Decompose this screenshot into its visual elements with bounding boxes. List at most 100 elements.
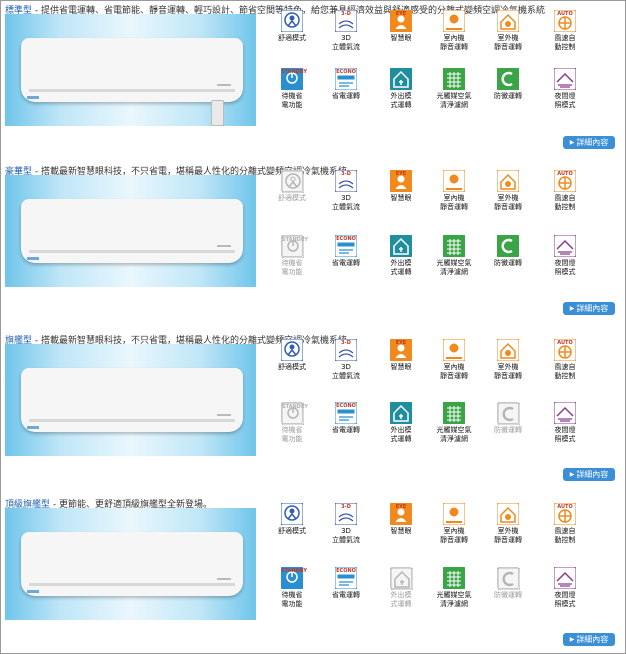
product-comparison-panel: 標準型 - 提供省電運轉、省電節能、靜音運轉、輕巧設計、節省空間等特色，給您兼具…	[0, 0, 626, 654]
photocatalytic-filter-icon	[443, 402, 465, 424]
feature-label: 室內機 靜音運轉	[440, 34, 468, 51]
feature-auto-fan[interactable]: AUTO 風速自 動控制	[536, 339, 594, 381]
feature-label: 防黴運轉	[494, 591, 522, 599]
indoor-quiet-icon	[443, 10, 465, 32]
feature-night-mode[interactable]: 夜間燈 照模式	[536, 567, 594, 609]
feature-label: 待機省 電功能	[281, 591, 303, 608]
auto-fan-icon: AUTO	[554, 170, 576, 192]
feature-label: 外出模 式運轉	[390, 259, 412, 276]
feature-label: 待機省 電功能	[281, 259, 303, 276]
icon-badge-text: ECONO	[336, 568, 356, 574]
feature-away-mode[interactable]: 外出模 式運轉	[372, 68, 430, 110]
product-image	[5, 508, 256, 620]
feature-standby[interactable]: STANDBY 待機省 電功能	[263, 235, 321, 277]
feature-label: 外出模 式運轉	[390, 426, 412, 443]
feature-label: 夜間燈 照模式	[554, 426, 576, 443]
feature-econo[interactable]: ECONO 省電運轉	[317, 68, 375, 101]
feature-anti-mold[interactable]: 防黴運轉	[479, 402, 537, 435]
feature-outdoor-quiet[interactable]: 室外機 靜音運轉	[479, 503, 537, 545]
feature-econo[interactable]: ECONO 省電運轉	[317, 567, 375, 600]
icon-badge-text: STANDBY	[282, 404, 308, 410]
more-details-button[interactable]: 詳細內容	[563, 302, 615, 315]
feature-intelligent-eye[interactable]: EYE 智慧眼	[372, 503, 430, 536]
icon-badge-text: AUTO	[557, 171, 573, 177]
anti-mold-icon	[497, 68, 519, 90]
feature-intelligent-eye[interactable]: EYE 智慧眼	[372, 10, 430, 43]
3d-airflow-icon: 3-D	[335, 10, 357, 32]
feature-anti-mold[interactable]: 防黴運轉	[479, 567, 537, 600]
feature-auto-fan[interactable]: AUTO 風速自 動控制	[536, 503, 594, 545]
econo-icon: ECONO	[335, 235, 357, 257]
product-section-deluxe: 豪華型 - 搭載最新智慧眼科技，不只省電，堪稱最人性化的分離式變頻空調冷氣機系統…	[1, 162, 626, 315]
night-mode-icon	[554, 235, 576, 257]
feature-comfort[interactable]: 舒適模式	[263, 10, 321, 43]
product-image	[5, 344, 256, 456]
feature-label: 夜間燈 照模式	[554, 591, 576, 608]
feature-anti-mold[interactable]: 防黴運轉	[479, 68, 537, 101]
remote-control	[211, 100, 224, 126]
feature-night-mode[interactable]: 夜間燈 照模式	[536, 68, 594, 110]
feature-away-mode[interactable]: 外出模 式運轉	[372, 235, 430, 277]
feature-indoor-quiet[interactable]: 室內機 靜音運轉	[425, 503, 483, 545]
feature-3d-airflow[interactable]: 3-D 3D 立體氣流	[317, 170, 375, 212]
feature-econo[interactable]: ECONO 省電運轉	[317, 235, 375, 268]
feature-indoor-quiet[interactable]: 室內機 靜音運轉	[425, 339, 483, 381]
feature-comfort[interactable]: 舒適模式	[263, 170, 321, 203]
standby-icon: STANDBY	[281, 402, 308, 425]
more-details-button[interactable]: 詳細內容	[563, 136, 615, 149]
feature-standby[interactable]: STANDBY 待機省 電功能	[263, 68, 321, 110]
feature-label: 室外機 靜音運轉	[494, 194, 522, 211]
feature-label: 3D 立體氣流	[332, 527, 360, 544]
feature-label: 防黴運轉	[494, 92, 522, 100]
feature-indoor-quiet[interactable]: 室內機 靜音運轉	[425, 10, 483, 52]
more-details-button[interactable]: 詳細內容	[563, 633, 615, 646]
night-mode-icon	[554, 68, 576, 90]
feature-anti-mold[interactable]: 防黴運轉	[479, 235, 537, 268]
feature-label: 外出模 式運轉	[390, 92, 412, 109]
feature-photocatalytic-filter[interactable]: 光觸媒空氣 清淨濾網	[425, 402, 483, 444]
feature-label: 舒適模式	[278, 527, 306, 535]
feature-label: 夜間燈 照模式	[554, 259, 576, 276]
feature-intelligent-eye[interactable]: EYE 智慧眼	[372, 339, 430, 372]
feature-label: 室內機 靜音運轉	[440, 527, 468, 544]
feature-outdoor-quiet[interactable]: 室外機 靜音運轉	[479, 339, 537, 381]
feature-3d-airflow[interactable]: 3-D 3D 立體氣流	[317, 339, 375, 381]
feature-photocatalytic-filter[interactable]: 光觸媒空氣 清淨濾網	[425, 68, 483, 110]
feature-intelligent-eye[interactable]: EYE 智慧眼	[372, 170, 430, 203]
feature-econo[interactable]: ECONO 省電運轉	[317, 402, 375, 435]
icon-badge-text: AUTO	[557, 504, 573, 510]
more-details-button[interactable]: 詳細內容	[563, 468, 615, 481]
feature-away-mode[interactable]: 外出模 式運轉	[372, 402, 430, 444]
feature-standby[interactable]: STANDBY 待機省 電功能	[263, 402, 321, 444]
feature-label: 風速自 動控制	[554, 527, 576, 544]
intelligent-eye-icon: EYE	[390, 339, 412, 361]
feature-night-mode[interactable]: 夜間燈 照模式	[536, 235, 594, 277]
feature-3d-airflow[interactable]: 3-D 3D 立體氣流	[317, 503, 375, 545]
feature-outdoor-quiet[interactable]: 室外機 靜音運轉	[479, 10, 537, 52]
feature-indoor-quiet[interactable]: 室內機 靜音運轉	[425, 170, 483, 212]
econo-icon: ECONO	[335, 567, 357, 589]
feature-label: 防黴運轉	[494, 259, 522, 267]
anti-mold-icon	[497, 235, 519, 257]
feature-label: 室外機 靜音運轉	[494, 34, 522, 51]
feature-comfort[interactable]: 舒適模式	[263, 339, 321, 372]
feature-comfort[interactable]: 舒適模式	[263, 503, 321, 536]
feature-photocatalytic-filter[interactable]: 光觸媒空氣 清淨濾網	[425, 567, 483, 609]
feature-away-mode[interactable]: 外出模 式運轉	[372, 567, 430, 609]
feature-outdoor-quiet[interactable]: 室外機 靜音運轉	[479, 170, 537, 212]
photocatalytic-filter-icon	[443, 235, 465, 257]
auto-fan-icon: AUTO	[554, 10, 576, 32]
night-mode-icon	[554, 402, 576, 424]
auto-fan-icon: AUTO	[554, 503, 576, 525]
feature-label: 風速自 動控制	[554, 363, 576, 380]
feature-label: 光觸媒空氣 清淨濾網	[436, 591, 472, 608]
feature-photocatalytic-filter[interactable]: 光觸媒空氣 清淨濾網	[425, 235, 483, 277]
intelligent-eye-icon: EYE	[390, 503, 412, 525]
feature-auto-fan[interactable]: AUTO 風速自 動控制	[536, 10, 594, 52]
feature-auto-fan[interactable]: AUTO 風速自 動控制	[536, 170, 594, 212]
feature-standby[interactable]: STANDBY 待機省 電功能	[263, 567, 321, 609]
feature-night-mode[interactable]: 夜間燈 照模式	[536, 402, 594, 444]
feature-label: 智慧眼	[390, 527, 412, 535]
product-section-flagship: 旗艦型 - 搭載最新智慧眼科技，不只省電，堪稱最人性化的分離式變頻空調冷氣機系統…	[1, 331, 626, 481]
feature-3d-airflow[interactable]: 3-D 3D 立體氣流	[317, 10, 375, 52]
